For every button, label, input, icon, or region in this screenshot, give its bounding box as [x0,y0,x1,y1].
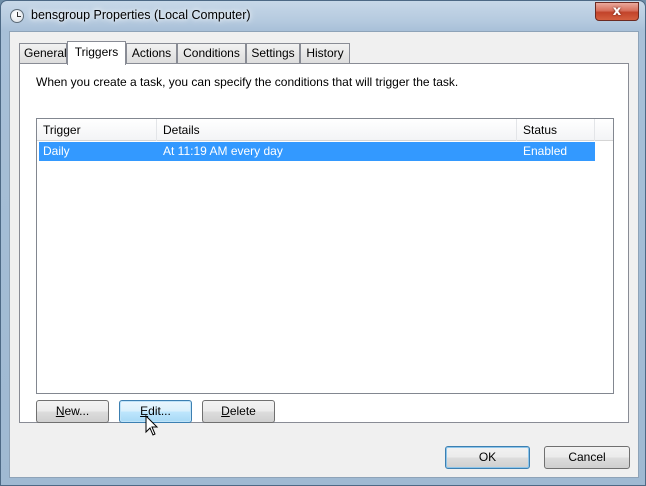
list-item[interactable]: Daily At 11:19 AM every day Enabled [39,142,595,161]
ok-button[interactable]: OK [445,446,530,469]
close-button[interactable]: x [595,2,639,21]
column-header-details[interactable]: Details [157,119,517,141]
triggers-description: When you create a task, you can specify … [36,75,459,89]
clock-icon [10,9,24,23]
tab-conditions[interactable]: Conditions [177,43,246,64]
list-header: Trigger Details Status [37,119,613,141]
title-bar[interactable]: bensgroup Properties (Local Computer) x [1,1,645,31]
dialog-client-area: General Triggers Actions Conditions Sett… [9,31,639,478]
triggers-list[interactable]: Trigger Details Status Daily At 11:19 AM… [36,118,614,394]
arrow-pointer-icon [145,415,159,436]
tab-history[interactable]: History [300,43,350,64]
cancel-button[interactable]: Cancel [544,446,630,469]
details-cell: At 11:19 AM every day [163,144,283,158]
column-header-trigger[interactable]: Trigger [37,119,157,141]
tab-settings[interactable]: Settings [246,43,300,64]
triggers-tab-panel: When you create a task, you can specify … [19,63,629,423]
trigger-cell: Daily [43,144,70,158]
window-title: bensgroup Properties (Local Computer) [31,8,251,22]
new-button[interactable]: New... [36,400,109,423]
tab-general[interactable]: General [19,43,67,64]
close-icon: x [612,4,622,19]
properties-window: bensgroup Properties (Local Computer) x … [0,0,646,486]
status-cell: Enabled [523,144,568,158]
column-header-status[interactable]: Status [517,119,595,141]
tab-actions[interactable]: Actions [126,43,177,64]
delete-button[interactable]: Delete [202,400,275,423]
tab-triggers[interactable]: Triggers [67,41,126,65]
